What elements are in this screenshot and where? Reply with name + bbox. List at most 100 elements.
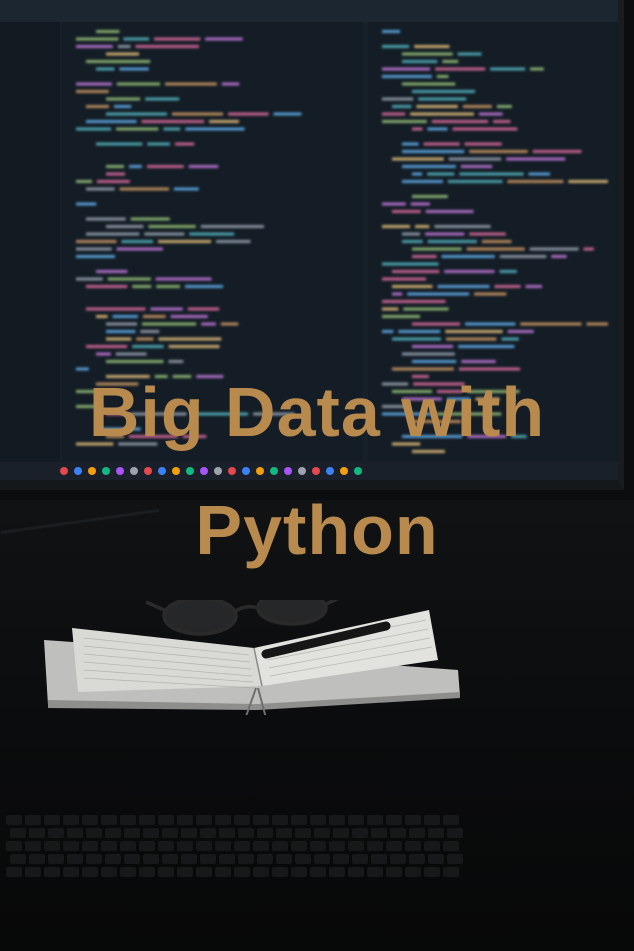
code-token bbox=[452, 127, 518, 131]
keyboard-key bbox=[86, 854, 102, 864]
code-token bbox=[148, 225, 196, 228]
code-token bbox=[86, 105, 110, 108]
code-token bbox=[106, 337, 132, 341]
keyboard-key bbox=[443, 815, 459, 825]
code-token bbox=[165, 82, 217, 86]
code-token bbox=[76, 202, 97, 206]
code-token bbox=[441, 255, 495, 258]
keyboard-key bbox=[25, 867, 41, 877]
code-token bbox=[114, 105, 132, 108]
code-token bbox=[96, 315, 108, 318]
code-token bbox=[418, 97, 467, 101]
code-token bbox=[493, 120, 511, 123]
keyboard-key bbox=[200, 854, 216, 864]
code-token bbox=[76, 45, 113, 48]
code-token bbox=[158, 240, 212, 243]
keyboard-key bbox=[333, 828, 349, 838]
code-token bbox=[130, 217, 170, 221]
taskbar-app-icon bbox=[256, 467, 264, 475]
code-token bbox=[141, 120, 205, 123]
keyboard-key bbox=[386, 815, 402, 825]
keyboard-key bbox=[48, 828, 64, 838]
code-token bbox=[132, 285, 152, 288]
taskbar-app-icon bbox=[242, 467, 250, 475]
code-token bbox=[431, 120, 489, 123]
code-token bbox=[201, 322, 216, 326]
code-token bbox=[142, 322, 197, 326]
keyboard-key bbox=[405, 815, 421, 825]
code-token bbox=[392, 367, 454, 371]
code-token bbox=[174, 187, 199, 191]
keyboard-key bbox=[447, 828, 463, 838]
code-token bbox=[86, 285, 128, 288]
code-token bbox=[398, 330, 441, 333]
code-token bbox=[442, 60, 459, 63]
code-token bbox=[402, 142, 419, 146]
taskbar-app-icon bbox=[312, 467, 320, 475]
keyboard-key bbox=[63, 867, 79, 877]
keyboard-key bbox=[276, 854, 292, 864]
code-token bbox=[174, 142, 195, 146]
keyboard-key bbox=[10, 828, 26, 838]
code-token bbox=[116, 82, 161, 86]
code-token bbox=[116, 247, 163, 251]
code-token bbox=[382, 30, 401, 33]
keyboard-key bbox=[424, 867, 440, 877]
code-token bbox=[187, 307, 220, 311]
editor-tab-bar bbox=[0, 0, 618, 22]
code-token bbox=[106, 97, 141, 101]
code-token bbox=[132, 345, 164, 348]
keyboard-key bbox=[82, 815, 98, 825]
code-token bbox=[402, 232, 421, 236]
code-token bbox=[86, 217, 126, 221]
code-token bbox=[412, 345, 454, 348]
keyboard-key bbox=[105, 854, 121, 864]
keyboard-key bbox=[333, 854, 349, 864]
code-token bbox=[427, 240, 477, 243]
code-token bbox=[496, 105, 512, 108]
code-token bbox=[76, 82, 112, 86]
taskbar-app-icon bbox=[186, 467, 194, 475]
code-token bbox=[425, 232, 465, 236]
keyboard-key bbox=[238, 828, 254, 838]
code-token bbox=[220, 322, 239, 326]
keyboard-key bbox=[405, 867, 421, 877]
code-token bbox=[402, 60, 438, 63]
code-token bbox=[412, 360, 457, 363]
code-token bbox=[412, 195, 448, 198]
keyboard-key bbox=[310, 815, 326, 825]
taskbar-app-icon bbox=[340, 467, 348, 475]
code-token bbox=[76, 247, 112, 251]
taskbar-app-icon bbox=[172, 467, 180, 475]
code-token bbox=[382, 262, 439, 266]
keyboard-key bbox=[291, 815, 307, 825]
keyboard-key bbox=[386, 841, 402, 851]
keyboard-key bbox=[44, 841, 60, 851]
code-token bbox=[96, 180, 130, 183]
code-token bbox=[412, 90, 476, 93]
code-token bbox=[106, 112, 167, 116]
keyboard-key bbox=[253, 841, 269, 851]
keyboard-key bbox=[329, 867, 345, 877]
code-token bbox=[412, 172, 423, 176]
keyboard-key bbox=[82, 867, 98, 877]
code-token bbox=[119, 67, 149, 71]
keyboard-key bbox=[124, 854, 140, 864]
code-token bbox=[168, 345, 220, 348]
code-token bbox=[415, 225, 430, 228]
keyboard-key bbox=[424, 815, 440, 825]
code-token bbox=[530, 67, 544, 71]
code-token bbox=[445, 337, 497, 341]
code-token bbox=[146, 165, 184, 168]
keyboard-key bbox=[196, 841, 212, 851]
keyboard-key bbox=[67, 854, 83, 864]
code-token bbox=[136, 337, 154, 341]
keyboard-key bbox=[428, 828, 444, 838]
code-token bbox=[568, 180, 608, 183]
keyboard-key bbox=[101, 841, 117, 851]
keyboard-key bbox=[257, 828, 273, 838]
keyboard-key bbox=[181, 828, 197, 838]
keyboard-key bbox=[143, 854, 159, 864]
code-token bbox=[436, 75, 449, 78]
keyboard-key bbox=[215, 815, 231, 825]
